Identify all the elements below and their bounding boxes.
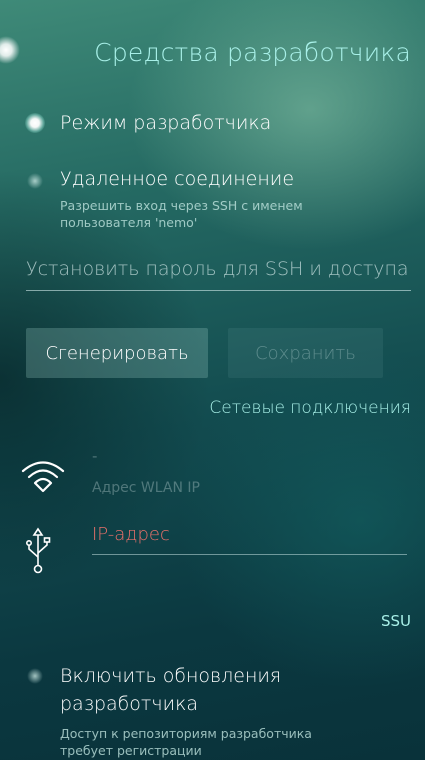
remote-connection-switch[interactable]: Удаленное соединение Разрешить вход чере… — [0, 168, 425, 240]
ssh-password-placeholder: Установить пароль для SSH и доступа — [26, 258, 409, 280]
remote-connection-description: Разрешить вход через SSH с именем пользо… — [60, 198, 303, 230]
usb-ip-field[interactable]: IP-адрес — [92, 524, 407, 555]
developer-updates-label: Включить обновления разработчика — [60, 665, 282, 715]
network-section-header: Сетевые подключения — [209, 398, 411, 418]
developer-updates-description: Доступ к репозиториям разработчика требу… — [60, 726, 312, 758]
ssh-password-field[interactable]: Установить пароль для SSH и доступа — [26, 258, 425, 292]
generate-button[interactable]: Сгенерировать — [26, 328, 208, 378]
field-underline — [26, 290, 411, 291]
page-title: Средства разработчика — [94, 38, 411, 67]
field-underline — [92, 554, 407, 555]
wlan-ip-value: - — [92, 447, 98, 465]
save-button[interactable]: Сохранить — [228, 328, 383, 378]
usb-icon — [25, 527, 51, 579]
switch-indicator-on-icon — [25, 113, 45, 133]
developer-mode-label: Режим разработчика — [60, 112, 272, 134]
usb-ip-label: IP-адрес — [92, 524, 170, 545]
wlan-ip-label: Адрес WLAN IP — [92, 480, 200, 496]
switch-indicator-off-icon — [27, 173, 43, 189]
remote-connection-label: Удаленное соединение — [60, 168, 295, 190]
switch-indicator-off-icon — [27, 668, 43, 684]
ssu-section-header: SSU — [380, 612, 411, 630]
pulley-menu-indicator[interactable] — [0, 36, 20, 64]
developer-updates-switch[interactable]: Включить обновления разработчика Доступ … — [0, 662, 425, 760]
wifi-icon — [20, 458, 66, 498]
developer-mode-switch[interactable]: Режим разработчика — [0, 110, 425, 140]
